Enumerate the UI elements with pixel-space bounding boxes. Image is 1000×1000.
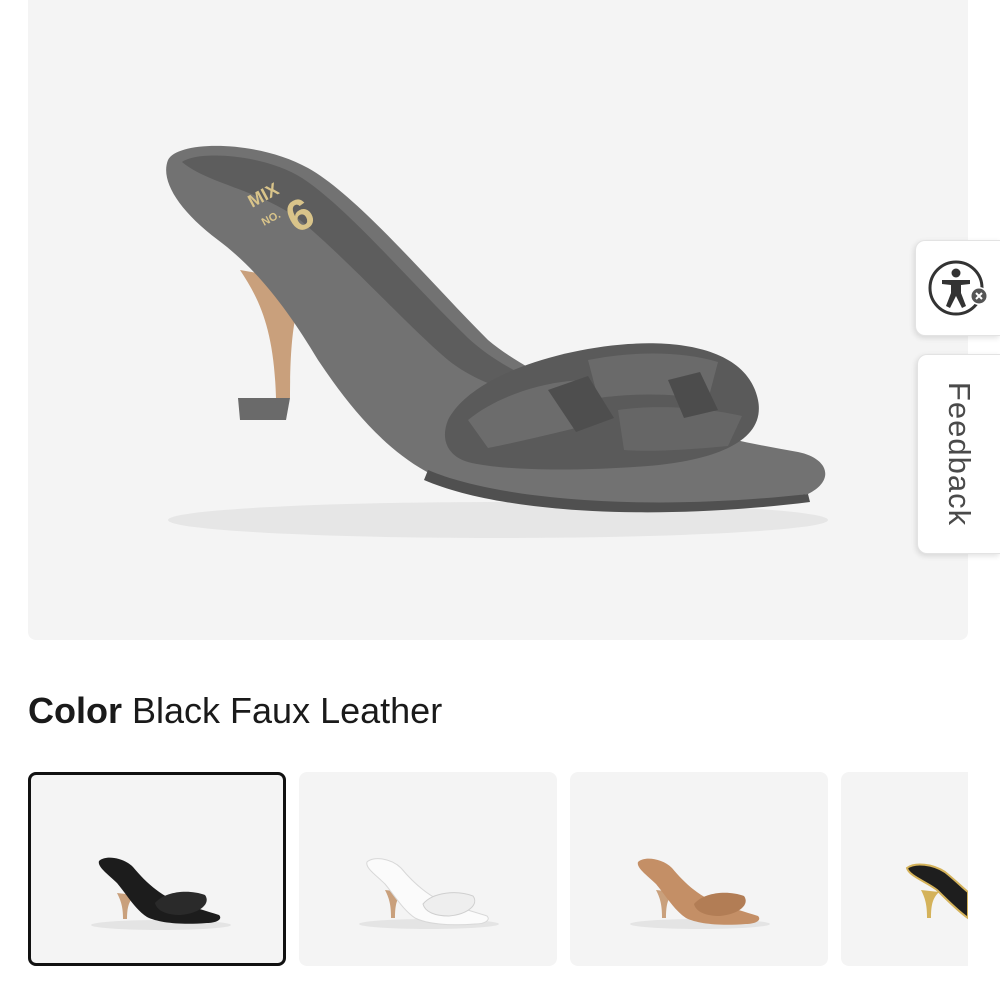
selected-color-value: Black Faux Leather [132, 690, 443, 731]
color-swatch-black[interactable] [28, 772, 286, 966]
swatch-black-image [91, 857, 231, 930]
main-shoe-illustration: MIX NO. 6 [166, 145, 828, 538]
color-selection-label: Color Black Faux Leather [28, 690, 442, 732]
color-swatch-tan[interactable] [570, 772, 828, 966]
main-product-image[interactable]: MIX NO. 6 [28, 0, 968, 640]
swatch-black-gold-image [905, 863, 968, 920]
product-page: MIX NO. 6 Feedback Color Black Faux Leat… [0, 0, 1000, 1000]
color-swatch-white[interactable] [299, 772, 557, 966]
accessibility-icon [928, 260, 988, 316]
accessibility-widget[interactable] [915, 240, 1000, 336]
feedback-tab[interactable]: Feedback [917, 354, 1000, 554]
color-swatch-black-gold[interactable] [841, 772, 968, 966]
swatch-tan-image [630, 858, 770, 929]
feedback-label: Feedback [942, 381, 978, 527]
swatch-white-image [359, 858, 499, 929]
color-key: Color [28, 690, 122, 731]
